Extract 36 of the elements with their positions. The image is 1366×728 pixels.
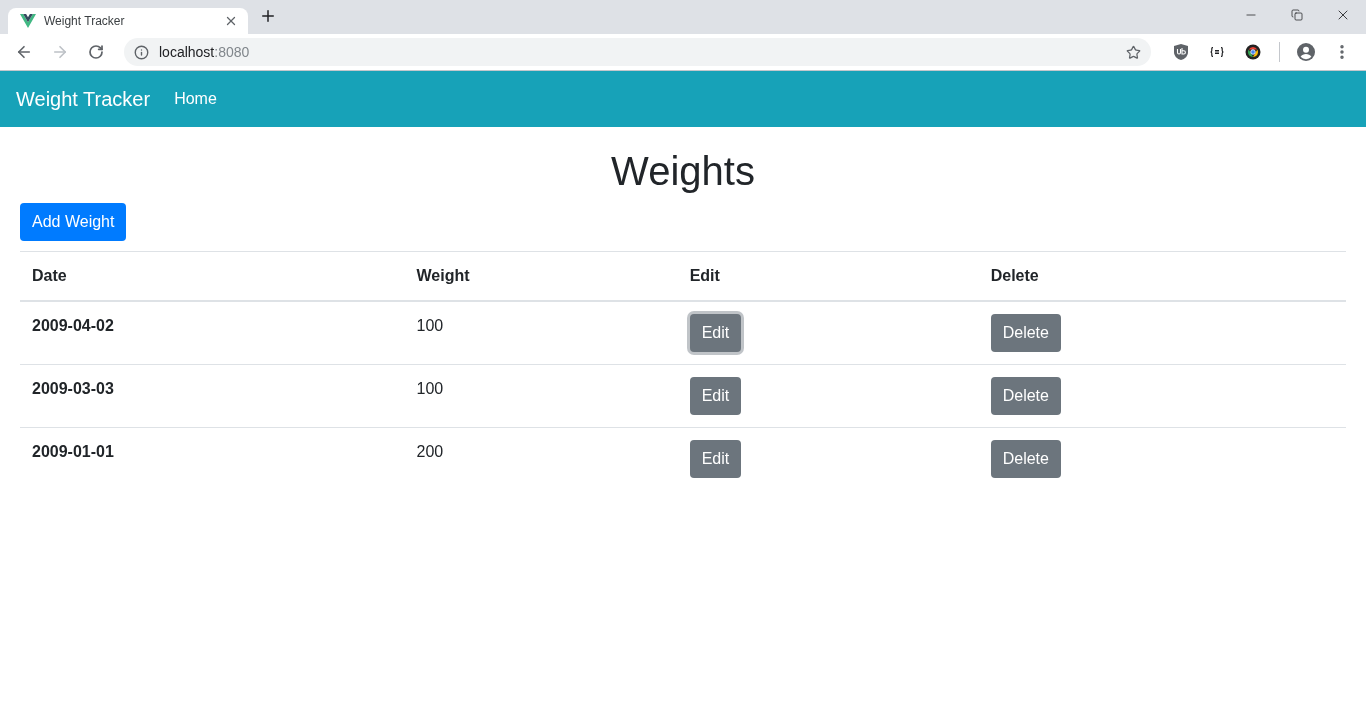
- date-cell: 2009-03-03: [32, 380, 114, 397]
- star-icon[interactable]: [1126, 44, 1141, 60]
- close-tab-icon[interactable]: [224, 14, 238, 28]
- v-logo-icon: [20, 14, 36, 28]
- delete-button[interactable]: Delete: [990, 314, 1061, 352]
- browser-tab[interactable]: Weight Tracker: [8, 8, 248, 34]
- date-cell: 2009-04-02: [32, 317, 114, 334]
- page-heading: Weights: [610, 148, 756, 195]
- tab-title: Weight Tracker: [44, 14, 126, 28]
- info-icon[interactable]: [134, 44, 149, 60]
- weight-cell: 200: [416, 443, 444, 460]
- column-header: Edit: [689, 267, 720, 284]
- address-bar[interactable]: localhost:8080: [124, 38, 1151, 66]
- delete-button[interactable]: Delete: [990, 440, 1061, 478]
- column-header: Weight: [416, 267, 470, 284]
- url-text: localhost:8080: [159, 44, 251, 60]
- restore-icon[interactable]: [1291, 9, 1303, 21]
- edit-button[interactable]: Edit: [689, 440, 742, 478]
- reload-icon[interactable]: [88, 44, 104, 60]
- shield-icon[interactable]: [1174, 44, 1188, 60]
- edit-button[interactable]: Edit: [689, 314, 742, 352]
- column-header: Date: [32, 267, 67, 284]
- brand-link[interactable]: Weight Tracker: [16, 87, 151, 111]
- add-weight-button[interactable]: Add Weight: [20, 203, 127, 241]
- weight-cell: 100: [416, 380, 444, 397]
- new-tab-icon[interactable]: [259, 7, 277, 25]
- edit-button[interactable]: Edit: [689, 377, 742, 415]
- column-header: Delete: [990, 267, 1039, 284]
- nav-link[interactable]: Home: [174, 90, 217, 108]
- colorful-circle-icon[interactable]: [1245, 44, 1261, 60]
- profile-icon[interactable]: [1297, 43, 1315, 61]
- delete-button[interactable]: Delete: [990, 377, 1061, 415]
- date-cell: 2009-01-01: [32, 443, 114, 460]
- braces-icon[interactable]: [1210, 47, 1224, 57]
- weight-cell: 100: [416, 317, 444, 334]
- back-icon[interactable]: [15, 43, 33, 61]
